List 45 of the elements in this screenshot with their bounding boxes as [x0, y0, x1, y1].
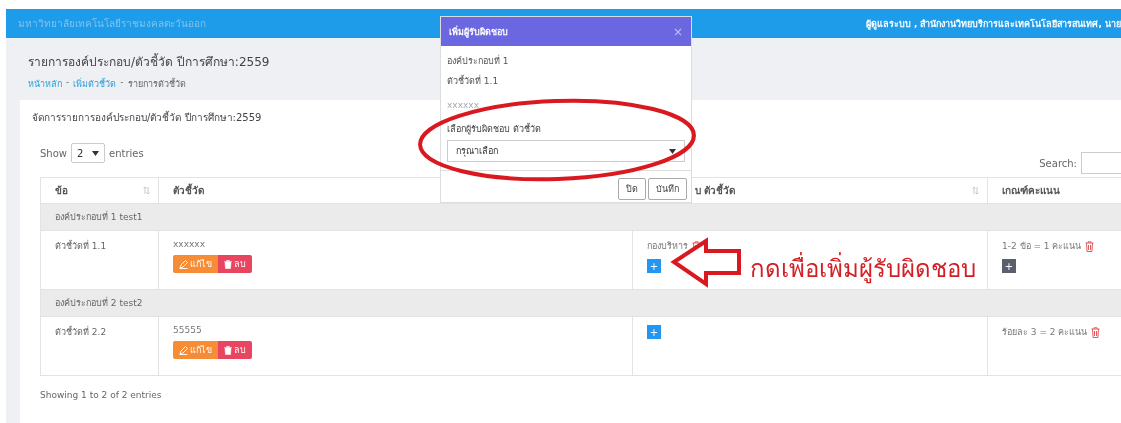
- group-title: องค์ประกอบที่ 2 test2: [54, 298, 143, 308]
- delete-button[interactable]: ลบ: [218, 341, 252, 359]
- annotation-text: กดเพื่อเพิ่มผู้รับผิดชอบ: [750, 249, 976, 288]
- breadcrumb-text: รายการตัวชี้วัด: [127, 77, 186, 91]
- column-header[interactable]: ตัวชี้วัด: [173, 183, 204, 198]
- pencil-icon: [179, 345, 188, 355]
- breadcrumb-text: -: [120, 77, 124, 89]
- caret-icon: [92, 150, 99, 156]
- group-title: องค์ประกอบที่ 1 test1: [54, 212, 143, 222]
- trash-icon[interactable]: [1085, 240, 1095, 252]
- card-title: จัดการรายการองค์ประกอบ/ตัวชี้วัด ปีการศึกษา:2559: [32, 110, 263, 125]
- indicator-detail: xxxxxx: [173, 239, 205, 249]
- pencil-icon: [179, 259, 188, 269]
- trash-icon: [224, 345, 232, 355]
- modal-text: ตัวชี้วัดที่ 1.1: [447, 74, 500, 88]
- user-info: ผู้ดูแลระบบ , สำนักงานวิทยบริการและเทคโนโลยีสารสนเทศ, นาย: [865, 17, 1121, 31]
- site-title: มหาวิทยาลัยเทคโนโลยีราชมงคลตะวันออก: [18, 17, 206, 31]
- modal-text: องค์ประกอบที่ 1: [447, 54, 510, 68]
- save-button[interactable]: บันทึก: [648, 178, 687, 200]
- page-title: รายการองค์ประกอบ/ตัวชี้วัด ปีการศึกษา:2559: [28, 52, 270, 71]
- responsible-select[interactable]: กรุณาเลือก: [447, 140, 685, 162]
- criteria-text: ร้อยละ 3 = 2 คะแนน: [1002, 326, 1088, 339]
- indicator-label: ตัวชี้วัดที่ 2.2: [55, 327, 107, 337]
- criteria-text: 1-2 ข้อ = 1 คะแนน: [1002, 240, 1082, 253]
- indicator-label: ตัวชี้วัดที่ 1.1: [55, 241, 107, 251]
- responsible-name: กองบริหาร: [647, 240, 688, 253]
- delete-button[interactable]: ลบ: [218, 255, 252, 273]
- show-label: Show: [40, 147, 67, 159]
- modal-text: xxxxxx: [447, 100, 480, 110]
- entries-label: entries: [109, 147, 144, 159]
- modal-title: เพิ่มผู้รับผิดชอบ: [449, 24, 508, 39]
- column-header[interactable]: ข้อ: [55, 183, 68, 198]
- search-label: Search:: [1039, 157, 1077, 169]
- trash-icon: [224, 259, 232, 269]
- indicator-detail: 55555: [173, 325, 202, 335]
- page-size-select[interactable]: 2: [71, 143, 105, 163]
- breadcrumb-text: -: [66, 77, 70, 89]
- entries-info: Showing 1 to 2 of 2 entries: [40, 390, 163, 400]
- close-dialog-button[interactable]: ปิด: [618, 178, 646, 200]
- column-header[interactable]: บ ตัวชี้วัด: [695, 183, 736, 198]
- select-label: เลือกผู้รับผิดชอบ ตัวชี้วัด: [447, 122, 542, 136]
- add-criteria-button[interactable]: +: [1002, 259, 1016, 273]
- trash-icon[interactable]: [1091, 326, 1101, 338]
- search-field[interactable]: [1081, 152, 1121, 174]
- caret-icon: [669, 148, 676, 154]
